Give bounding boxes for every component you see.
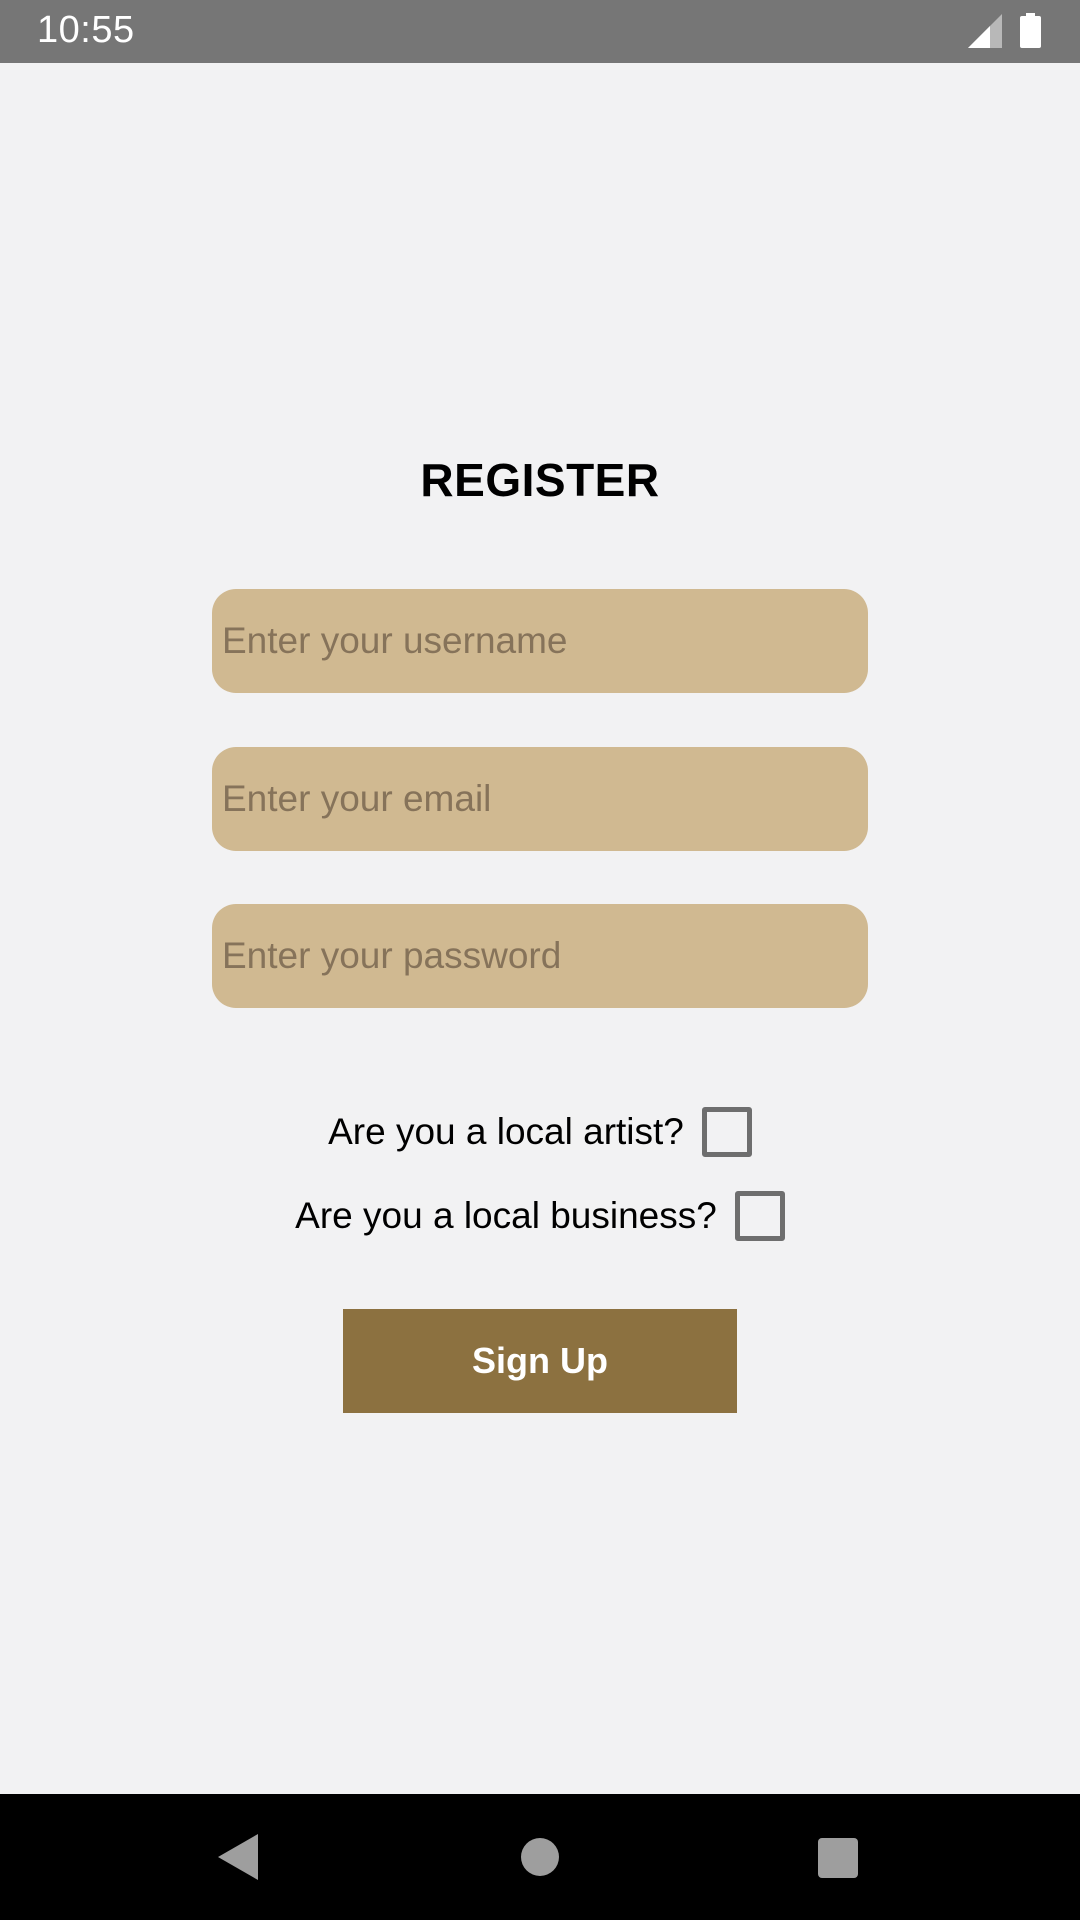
business-question-row: Are you a local business?	[0, 1188, 1080, 1244]
battery-icon	[1020, 13, 1041, 48]
status-time: 10:55	[37, 9, 135, 51]
status-bar: 10:55	[0, 0, 1080, 63]
password-field[interactable]	[212, 904, 868, 1008]
email-input[interactable]	[212, 747, 868, 851]
artist-question-row: Are you a local artist?	[0, 1104, 1080, 1160]
recents-icon[interactable]	[818, 1838, 858, 1878]
signal-icon	[968, 14, 1002, 48]
register-screen: REGISTER Are you a local artist? Are you…	[0, 63, 1080, 1794]
artist-checkbox[interactable]	[701, 1107, 752, 1157]
sign-up-button[interactable]: Sign Up	[343, 1309, 737, 1413]
username-input[interactable]	[212, 589, 868, 693]
business-question-label: Are you a local business?	[295, 1195, 717, 1236]
back-icon[interactable]	[218, 1834, 258, 1880]
business-checkbox[interactable]	[734, 1191, 785, 1241]
artist-question-label: Are you a local artist?	[328, 1111, 684, 1152]
password-input[interactable]	[212, 904, 868, 1008]
home-icon[interactable]	[521, 1838, 559, 1876]
username-field[interactable]	[212, 589, 868, 693]
email-field[interactable]	[212, 747, 868, 851]
navigation-bar	[0, 1794, 1080, 1920]
page-title: REGISTER	[420, 454, 660, 506]
